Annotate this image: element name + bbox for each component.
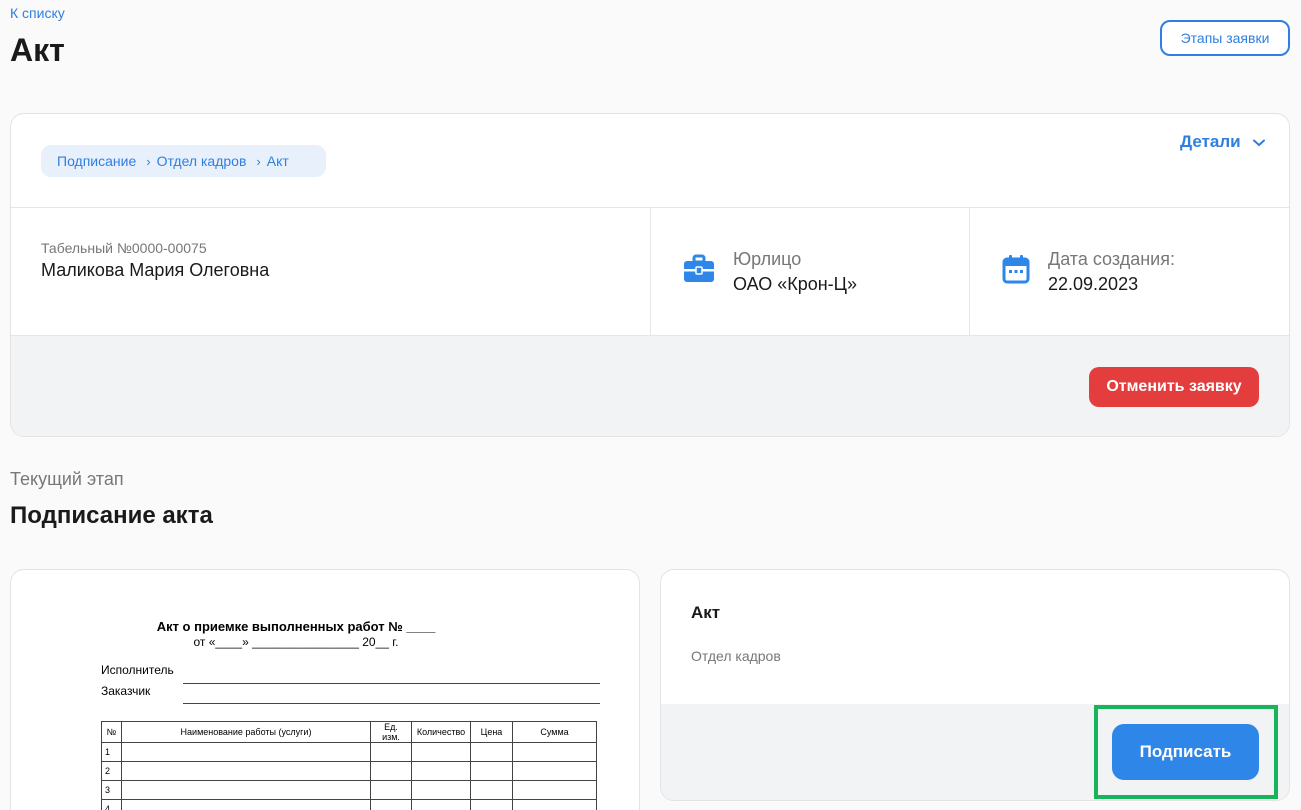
doc-col-quantity: Количество bbox=[411, 721, 471, 743]
chevron-right-icon: › bbox=[146, 153, 151, 169]
table-row: 4 bbox=[101, 799, 597, 810]
tab-number: Табельный №0000-00075 bbox=[41, 240, 207, 256]
request-card: Подписание › Отдел кадров › Акт Детали Т… bbox=[10, 113, 1290, 437]
row-number: 4 bbox=[101, 799, 122, 810]
back-to-list-link[interactable]: К списку bbox=[10, 5, 65, 21]
doc-customer-label: Заказчик bbox=[101, 684, 151, 698]
employee-info: Табельный №0000-00075 Маликова Мария Оле… bbox=[11, 208, 651, 335]
current-stage-title: Подписание акта bbox=[10, 502, 213, 529]
created-date-info: Дата создания: 22.09.2023 bbox=[970, 208, 1289, 335]
doc-executor-label: Исполнитель bbox=[101, 663, 174, 677]
company-label: Юрлицо bbox=[733, 248, 802, 269]
breadcrumb-item-signing[interactable]: Подписание bbox=[57, 153, 136, 169]
details-label: Детали bbox=[1180, 132, 1241, 151]
employee-name: Маликова Мария Олеговна bbox=[41, 260, 270, 280]
act-department: Отдел кадров bbox=[691, 648, 781, 664]
doc-customer-line bbox=[183, 703, 600, 704]
table-row: 1 bbox=[101, 742, 597, 762]
act-title: Акт bbox=[691, 603, 721, 622]
company-value: ОАО «Крон-Ц» bbox=[733, 273, 857, 294]
doc-col-number: № bbox=[101, 721, 122, 743]
doc-col-name: Наименование работы (услуги) bbox=[121, 721, 371, 743]
breadcrumb: Подписание › Отдел кадров › Акт bbox=[41, 145, 326, 177]
request-card-footer: Отменить заявку bbox=[11, 336, 1289, 436]
doc-table: № Наименование работы (услуги) Ед. изм. … bbox=[101, 721, 597, 810]
chevron-down-icon bbox=[1252, 132, 1265, 152]
doc-executor-line bbox=[183, 683, 600, 684]
company-info: Юрлицо ОАО «Крон-Ц» bbox=[651, 208, 970, 335]
breadcrumb-item-act[interactable]: Акт bbox=[267, 153, 289, 169]
doc-col-sum: Сумма bbox=[512, 721, 597, 743]
doc-col-unit: Ед. изм. bbox=[370, 721, 412, 743]
created-label: Дата создания: bbox=[1048, 248, 1175, 269]
doc-title: Акт о приемке выполненных работ № ____ bbox=[156, 619, 436, 634]
cancel-request-button[interactable]: Отменить заявку bbox=[1089, 367, 1259, 407]
chevron-right-icon: › bbox=[256, 153, 261, 169]
stages-button[interactable]: Этапы заявки bbox=[1160, 20, 1290, 56]
current-stage-label: Текущий этап bbox=[10, 469, 124, 489]
document-preview[interactable]: Акт о приемке выполненных работ № ____ о… bbox=[10, 569, 640, 810]
page-title: Акт bbox=[10, 32, 65, 68]
doc-col-price: Цена bbox=[470, 721, 513, 743]
table-row: 2 bbox=[101, 761, 597, 781]
sign-button[interactable]: Подписать bbox=[1112, 724, 1259, 780]
row-number: 2 bbox=[101, 761, 122, 781]
row-number: 3 bbox=[101, 780, 122, 800]
created-value: 22.09.2023 bbox=[1048, 273, 1139, 294]
doc-subtitle: от «____» ________________ 20__ г. bbox=[193, 635, 399, 649]
info-row: Табельный №0000-00075 Маликова Мария Оле… bbox=[11, 207, 1289, 336]
calendar-icon bbox=[1002, 254, 1030, 289]
row-number: 1 bbox=[101, 742, 122, 762]
briefcase-icon bbox=[683, 254, 715, 289]
table-row: 3 bbox=[101, 780, 597, 800]
breadcrumb-item-hr[interactable]: Отдел кадров bbox=[157, 153, 247, 169]
details-toggle[interactable]: Детали bbox=[1180, 132, 1265, 152]
